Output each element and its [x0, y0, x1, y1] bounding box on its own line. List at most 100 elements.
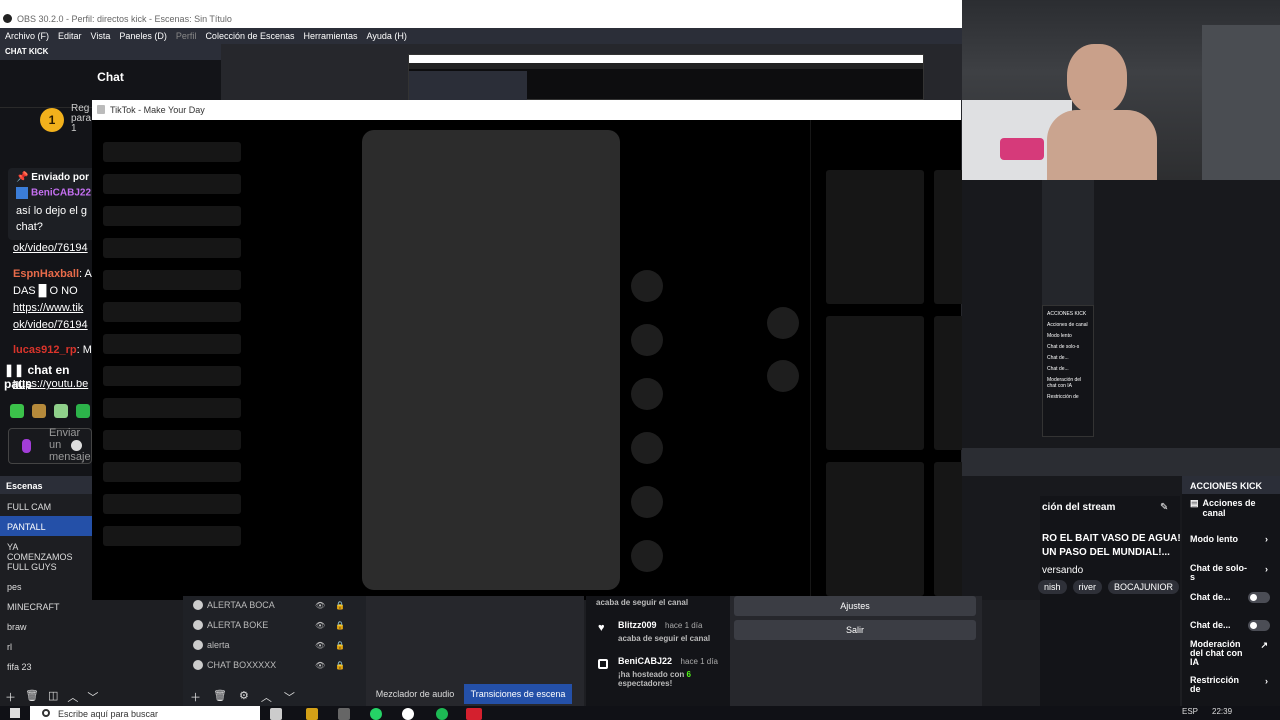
wifi-app-icon[interactable] [402, 708, 414, 720]
windows-start-icon[interactable] [10, 708, 20, 718]
menu-item[interactable]: Colección de Escenas [205, 31, 294, 44]
skeleton-row [103, 494, 241, 514]
source-item[interactable]: ALERTA BOKE 👁 🔒 [193, 616, 363, 634]
action-button-placeholder[interactable] [631, 540, 663, 572]
emote-icon[interactable] [32, 404, 46, 418]
channel-actions-link[interactable]: ▤ Acciones de canal [1190, 498, 1276, 518]
visibility-icon[interactable]: 👁 [315, 641, 335, 650]
language-indicator[interactable]: ESP [1182, 707, 1198, 716]
move-up-button[interactable]: ︿ [67, 689, 78, 704]
pinned-message[interactable]: 📌 Enviado por BeniCABJ22 así lo dejo el … [8, 168, 98, 240]
activity-item: acaba de seguir el canal [596, 598, 689, 607]
move-down-button[interactable]: ﹀ [284, 689, 295, 704]
menu-item[interactable]: Editar [58, 31, 82, 44]
voice-app-icon[interactable] [466, 708, 482, 720]
move-down-button[interactable]: ﹀ [87, 689, 98, 704]
scene-item[interactable]: rl [0, 636, 92, 656]
edit-icon[interactable]: ✎ [1160, 502, 1168, 513]
scene-item[interactable]: fifa 23 [0, 656, 92, 676]
skeleton-row [103, 366, 241, 386]
menu-item[interactable]: Archivo (F) [5, 31, 49, 44]
menu-item[interactable]: Ayuda (H) [367, 31, 407, 44]
exit-button[interactable]: Salir [734, 620, 976, 640]
scene-filter-button[interactable]: ◫ [48, 689, 58, 703]
skeleton-row [103, 398, 241, 418]
channel-icon: ▤ [1190, 498, 1199, 508]
toggle-switch[interactable] [1248, 592, 1270, 603]
add-scene-button[interactable]: ＋ [5, 689, 16, 704]
chat-paused-banner[interactable]: ❚❚ chat en paus [0, 360, 92, 391]
whatsapp-icon[interactable] [370, 708, 382, 720]
task-view-icon[interactable] [270, 708, 282, 720]
lock-icon[interactable]: 🔒 [335, 601, 345, 610]
move-up-button[interactable]: ︿ [261, 689, 272, 704]
remove-scene-button[interactable]: 🗑 [25, 689, 39, 703]
action-button-placeholder[interactable] [631, 270, 663, 302]
spotify-icon[interactable] [436, 708, 448, 720]
chrome-icon[interactable] [306, 708, 318, 720]
menu-item[interactable]: Paneles (D) [119, 31, 167, 44]
action-button-placeholder[interactable] [631, 486, 663, 518]
menu-item[interactable]: Herramientas [304, 31, 358, 44]
emote-icon[interactable] [76, 404, 90, 418]
emote-icon[interactable] [10, 404, 24, 418]
send-placeholder: Enviar un mensaje [49, 427, 91, 463]
mic-icon[interactable] [22, 439, 31, 453]
gear-icon[interactable]: ⚙ [239, 689, 249, 703]
kick-action-item[interactable]: Restricción de › [1190, 676, 1276, 696]
scene-item[interactable]: YA COMENZAMOS [0, 536, 92, 562]
toggle-switch[interactable] [1248, 620, 1270, 631]
visibility-icon[interactable]: 👁 [315, 661, 335, 670]
tab-audio-mixer[interactable]: Mezclador de audio [370, 684, 460, 704]
source-item[interactable]: alerta 👁 🔒 [193, 636, 363, 654]
scene-item[interactable]: FULL CAM [0, 496, 92, 516]
grid-video-placeholder[interactable] [826, 462, 924, 596]
remove-source-button[interactable]: 🗑 [213, 689, 227, 703]
grid-video-placeholder[interactable] [826, 316, 924, 450]
kick-action-item[interactable]: Modo lento › [1190, 534, 1276, 554]
tiktok-title-bar: TikTok - Make Your Day [92, 100, 961, 120]
source-item[interactable]: CHAT BOXXXXX 👁 🔒 [193, 656, 363, 674]
clock[interactable]: 22:39 [1212, 707, 1232, 716]
source-type-icon [193, 600, 203, 610]
visibility-icon[interactable]: 👁 [315, 601, 335, 610]
emoji-icon[interactable] [71, 440, 82, 451]
obs-taskbar-icon[interactable] [338, 708, 350, 720]
tiktok-window-title: TikTok - Make Your Day [110, 105, 205, 115]
nav-button-placeholder[interactable] [767, 360, 799, 392]
grid-video-placeholder[interactable] [826, 170, 924, 304]
scenes-dock-title: Escenas [0, 476, 92, 494]
action-button-placeholder[interactable] [631, 432, 663, 464]
visibility-icon[interactable]: 👁 [315, 621, 335, 630]
skeleton-row [103, 238, 241, 258]
scene-item[interactable]: braw [0, 616, 92, 636]
scene-item[interactable]: pes [0, 576, 92, 596]
person-body [1047, 110, 1157, 180]
taskbar-search[interactable]: Escribe aquí para buscar [30, 706, 260, 720]
kick-action-item[interactable]: Chat de... [1190, 620, 1276, 640]
scene-item[interactable]: MINECRAFT [0, 596, 92, 616]
add-source-button[interactable]: ＋ [190, 689, 201, 704]
settings-button[interactable]: Ajustes [734, 596, 976, 616]
lock-icon[interactable]: 🔒 [335, 621, 345, 630]
source-type-icon [193, 640, 203, 650]
source-toolbar: ＋ 🗑 ⚙ ︿ ﹀ [188, 686, 298, 706]
emote-icon[interactable] [54, 404, 68, 418]
lock-icon[interactable]: 🔒 [335, 641, 345, 650]
menu-item[interactable]: Vista [91, 31, 111, 44]
scene-item[interactable]: FULL GUYS [0, 556, 92, 576]
tab-scene-transitions[interactable]: Transiciones de escena [464, 684, 572, 704]
kick-action-item[interactable]: Moderación del chat con IA ↗ [1190, 640, 1276, 667]
source-item[interactable]: ALERTAA BOCA 👁 🔒 [193, 596, 363, 614]
action-button-placeholder[interactable] [631, 378, 663, 410]
nav-button-placeholder[interactable] [767, 307, 799, 339]
action-button-placeholder[interactable] [631, 324, 663, 356]
menu-item[interactable]: Perfil [176, 31, 197, 44]
kick-action-item[interactable]: Chat de... [1190, 592, 1276, 612]
kick-action-item[interactable]: Chat de solo-s › [1190, 564, 1276, 584]
scene-item[interactable]: PANTALL [0, 516, 92, 536]
chat-send-input[interactable]: Enviar un mensaje [8, 427, 92, 464]
source-label: alerta [207, 640, 230, 650]
video-placeholder[interactable] [362, 130, 620, 590]
lock-icon[interactable]: 🔒 [335, 661, 345, 670]
